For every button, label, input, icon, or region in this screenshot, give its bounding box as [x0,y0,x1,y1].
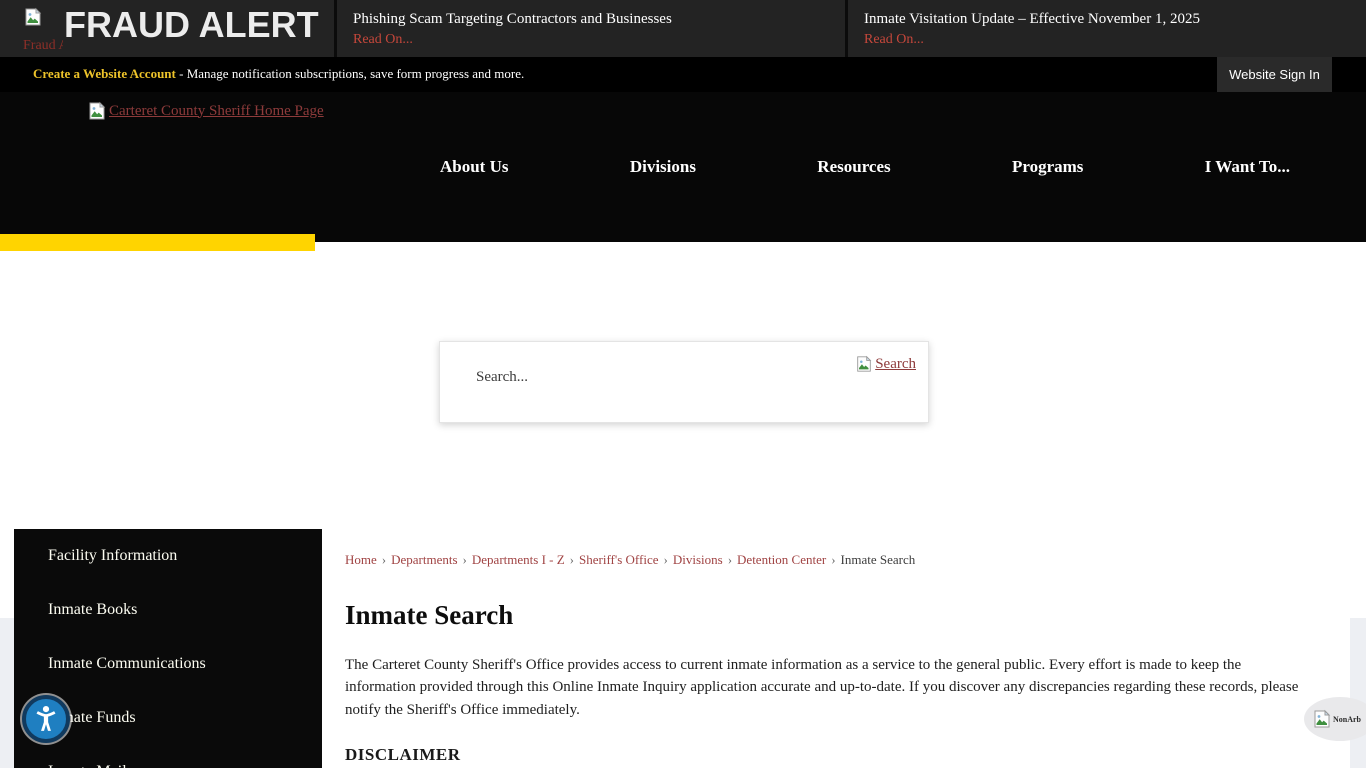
accessibility-button[interactable] [22,695,70,743]
content-container: Facility Information Inmate Books Inmate… [14,529,1350,768]
breadcrumb-departments[interactable]: Departments [391,552,457,567]
alert-item: Phishing Scam Targeting Contractors and … [334,0,845,57]
breadcrumb-home[interactable]: Home [345,552,377,567]
fraud-alert-image-alt: Fraud Alert [23,38,63,54]
sidebar-item-inmate-communications[interactable]: Inmate Communications [14,637,322,691]
corner-widget[interactable]: NonArb [1304,697,1366,741]
breadcrumb-sheriffs-office[interactable]: Sheriff's Office [579,552,658,567]
breadcrumb-separator: › [463,552,467,567]
fraud-alert-brand: Fraud Alert FRAUD ALERT [0,0,334,57]
search-box: Search [439,341,929,423]
breadcrumb-separator: › [831,552,835,567]
nav-programs[interactable]: Programs [1012,157,1083,177]
create-account-link[interactable]: Create a Website Account [33,66,176,81]
breadcrumb-departments-i-z[interactable]: Departments I - Z [472,552,565,567]
account-description: - Manage notification subscriptions, sav… [176,66,524,81]
sidebar-item-inmate-books[interactable]: Inmate Books [14,583,322,637]
account-text: Create a Website Account - Manage notifi… [33,66,524,82]
breadcrumb-separator: › [728,552,732,567]
website-signin-button[interactable]: Website Sign In [1217,57,1332,92]
breadcrumb: Home › Departments › Departments I - Z › Sheri… [345,552,915,568]
nav-i-want-to[interactable]: I Want To... [1205,157,1290,177]
alert-title: Phishing Scam Targeting Contractors and … [353,9,835,29]
breadcrumb-current: Inmate Search [841,552,916,567]
sidebar-item-facility-information[interactable]: Facility Information [14,529,322,583]
broken-image-icon [855,355,873,373]
site-header: Carteret County Sheriff Home Page About … [0,92,1366,242]
search-submit-link[interactable]: Search [855,355,916,373]
yellow-accent-bar [0,234,315,251]
breadcrumb-separator: › [570,552,574,567]
search-input[interactable] [474,368,798,387]
nav-divisions[interactable]: Divisions [630,157,696,177]
accessibility-icon [29,702,63,736]
breadcrumb-separator: › [664,552,668,567]
alert-item: Inmate Visitation Update – Effective Nov… [845,0,1366,57]
read-on-link[interactable]: Read On... [353,29,835,50]
fraud-alert-title: FRAUD ALERT [64,4,319,46]
broken-image-icon: Fraud Alert [23,7,63,57]
home-logo-label: Carteret County Sheriff Home Page [109,103,324,120]
broken-image-icon [1312,709,1332,729]
main-nav: About Us Divisions Resources Programs I … [440,92,1290,242]
search-link-label: Search [875,356,916,373]
nav-about-us[interactable]: About Us [440,157,509,177]
intro-paragraph: The Carteret County Sheriff's Office pro… [345,654,1313,721]
broken-image-icon [87,101,107,121]
account-bar: Create a Website Account - Manage notifi… [0,57,1366,92]
corner-widget-alt: NonArb [1333,715,1366,724]
breadcrumb-detention-center[interactable]: Detention Center [737,552,826,567]
page-title: Inmate Search [345,600,513,631]
nav-resources[interactable]: Resources [817,157,890,177]
home-logo-link[interactable]: Carteret County Sheriff Home Page [87,101,324,121]
breadcrumb-separator: › [382,552,386,567]
sidebar-item-inmate-mail[interactable]: Inmate Mail [14,745,322,768]
breadcrumb-divisions[interactable]: Divisions [673,552,723,567]
alert-title: Inmate Visitation Update – Effective Nov… [864,9,1356,29]
alert-bar: Fraud Alert FRAUD ALERT Phishing Scam Ta… [0,0,1366,57]
read-on-link[interactable]: Read On... [864,29,1356,50]
disclaimer-heading: DISCLAIMER [345,745,461,765]
